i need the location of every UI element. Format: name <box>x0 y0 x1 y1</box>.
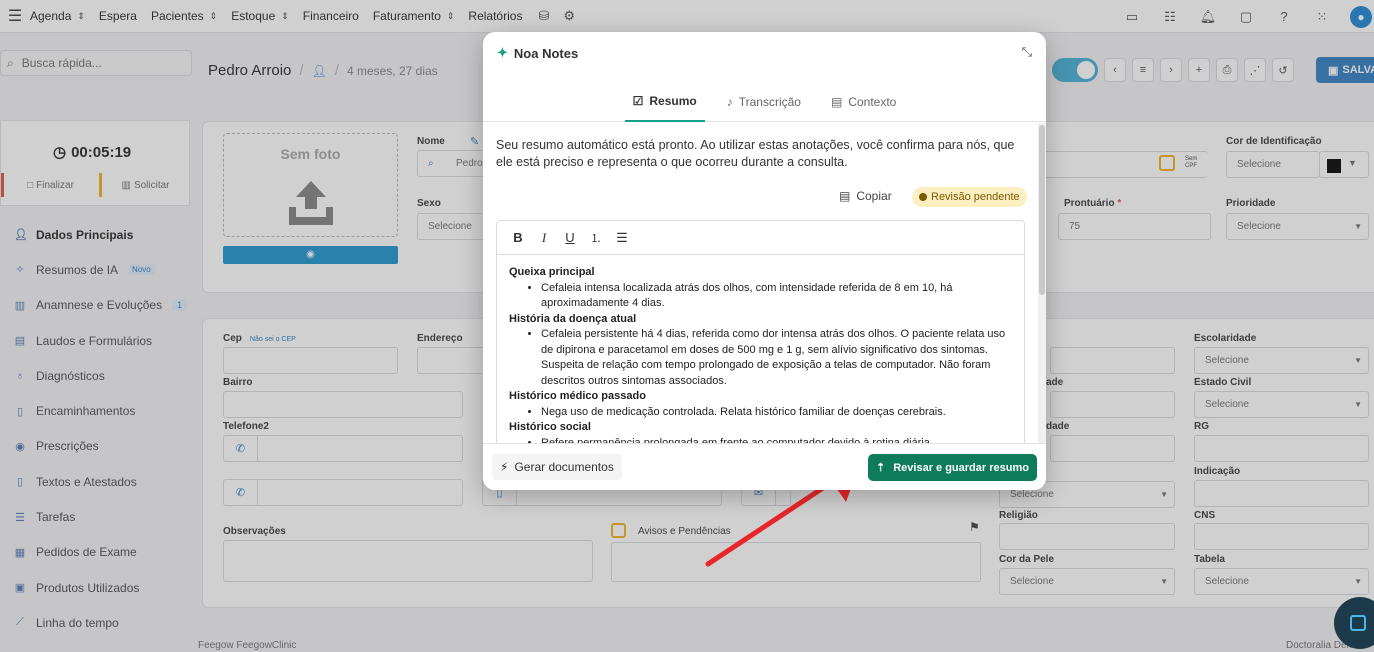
review-label: Revisar e guardar resumo <box>893 461 1029 474</box>
tab-spacer <box>809 82 823 121</box>
intro-text: Seu resumo automático está pronto. Ao ut… <box>496 138 1015 169</box>
copy-label: Copiar <box>856 189 892 203</box>
clipboard-icon: ▤ <box>830 95 843 109</box>
section-item: Refere permanência prolongada em frente … <box>541 436 1012 444</box>
tab-spacer <box>705 82 719 121</box>
generate-label: Gerar documentos <box>514 460 614 474</box>
clipboard-icon: ▤ <box>839 189 851 203</box>
pending-dot-icon <box>919 193 927 201</box>
tab-label: Contexto <box>848 95 897 109</box>
tab-contexto[interactable]: ▤ Contexto <box>823 82 904 122</box>
collapse-icon[interactable]: ⤡ <box>1022 44 1032 60</box>
dialog-title: ✦ Noa Notes <box>497 45 578 61</box>
section-heading: História da doença atual <box>509 312 637 325</box>
review-save-summary-button[interactable]: ⇡ Revisar e guardar resumo <box>868 454 1037 481</box>
sparkle-icon: ✦ <box>497 45 508 60</box>
bold-icon[interactable]: B <box>511 230 525 245</box>
dialog-header: ✦ Noa Notes ⤡ <box>483 32 1046 72</box>
dialog-body: Seu resumo automático está pronto. Ao ut… <box>483 123 1038 443</box>
bullet-list-icon[interactable]: ☰ <box>615 230 629 246</box>
tab-label: Resumo <box>649 94 697 108</box>
italic-icon[interactable]: I <box>537 230 551 246</box>
section-heading: Queixa principal <box>509 266 595 278</box>
section-heading: Histórico médico passado <box>509 390 646 402</box>
upload-icon: ⇡ <box>876 462 886 474</box>
section-list: Cefaleia persistente há 4 dias, referida… <box>521 327 1012 389</box>
underline-icon[interactable]: U <box>563 230 577 245</box>
tab-transcrição[interactable]: ♪ Transcrição <box>719 82 809 122</box>
editor-toolbar: B I U ⒈ ☰ <box>497 221 1024 255</box>
summary-editor[interactable]: B I U ⒈ ☰ Queixa principal Cefaleia inten… <box>496 220 1025 443</box>
section-list: Cefaleia intensa localizada atrás dos ol… <box>521 281 1012 312</box>
section-item: Nega uso de medicação controlada. Relata… <box>541 405 1012 421</box>
section-item: Cefaleia persistente há 4 dias, referida… <box>541 327 1012 389</box>
copy-button[interactable]: ▤ Copiar <box>839 189 892 203</box>
section-item: Cefaleia intensa localizada atrás dos ol… <box>541 281 1012 312</box>
microphone-icon: ♪ <box>726 95 733 109</box>
section-list: Refere permanência prolongada em frente … <box>521 436 1012 444</box>
dialog-scrollbar[interactable] <box>1038 123 1046 443</box>
checklist-icon: ☑ <box>632 94 644 108</box>
tab-resumo[interactable]: ☑ Resumo <box>624 82 705 122</box>
chat-bot-icon <box>1350 615 1366 631</box>
section-heading: Histórico social <box>509 421 591 433</box>
summary-content[interactable]: Queixa principal Cefaleia intensa localiz… <box>497 255 1024 443</box>
dialog-tabs: ☑ Resumo ♪ Transcrição ▤ Contexto <box>483 82 1046 122</box>
ordered-list-icon[interactable]: ⒈ <box>589 230 603 246</box>
status-badge-text: Revisão pendente <box>931 191 1020 203</box>
generate-documents-button[interactable]: ⚡︎ Gerar documentos <box>492 454 622 480</box>
dialog-title-text: Noa Notes <box>513 45 579 61</box>
scrollbar-thumb[interactable] <box>1039 125 1045 295</box>
status-badge: Revisão pendente <box>912 187 1027 207</box>
magic-wand-icon: ⚡︎ <box>500 460 509 474</box>
dialog-footer: ⚡︎ Gerar documentos ⇡ Revisar e guardar re… <box>483 443 1046 490</box>
noa-notes-dialog: ✦ Noa Notes ⤡ ☑ Resumo ♪ Transcrição ▤ Context… <box>483 32 1046 490</box>
section-list: Nega uso de medicação controlada. Relata… <box>521 405 1012 421</box>
tab-label: Transcrição <box>738 95 801 109</box>
